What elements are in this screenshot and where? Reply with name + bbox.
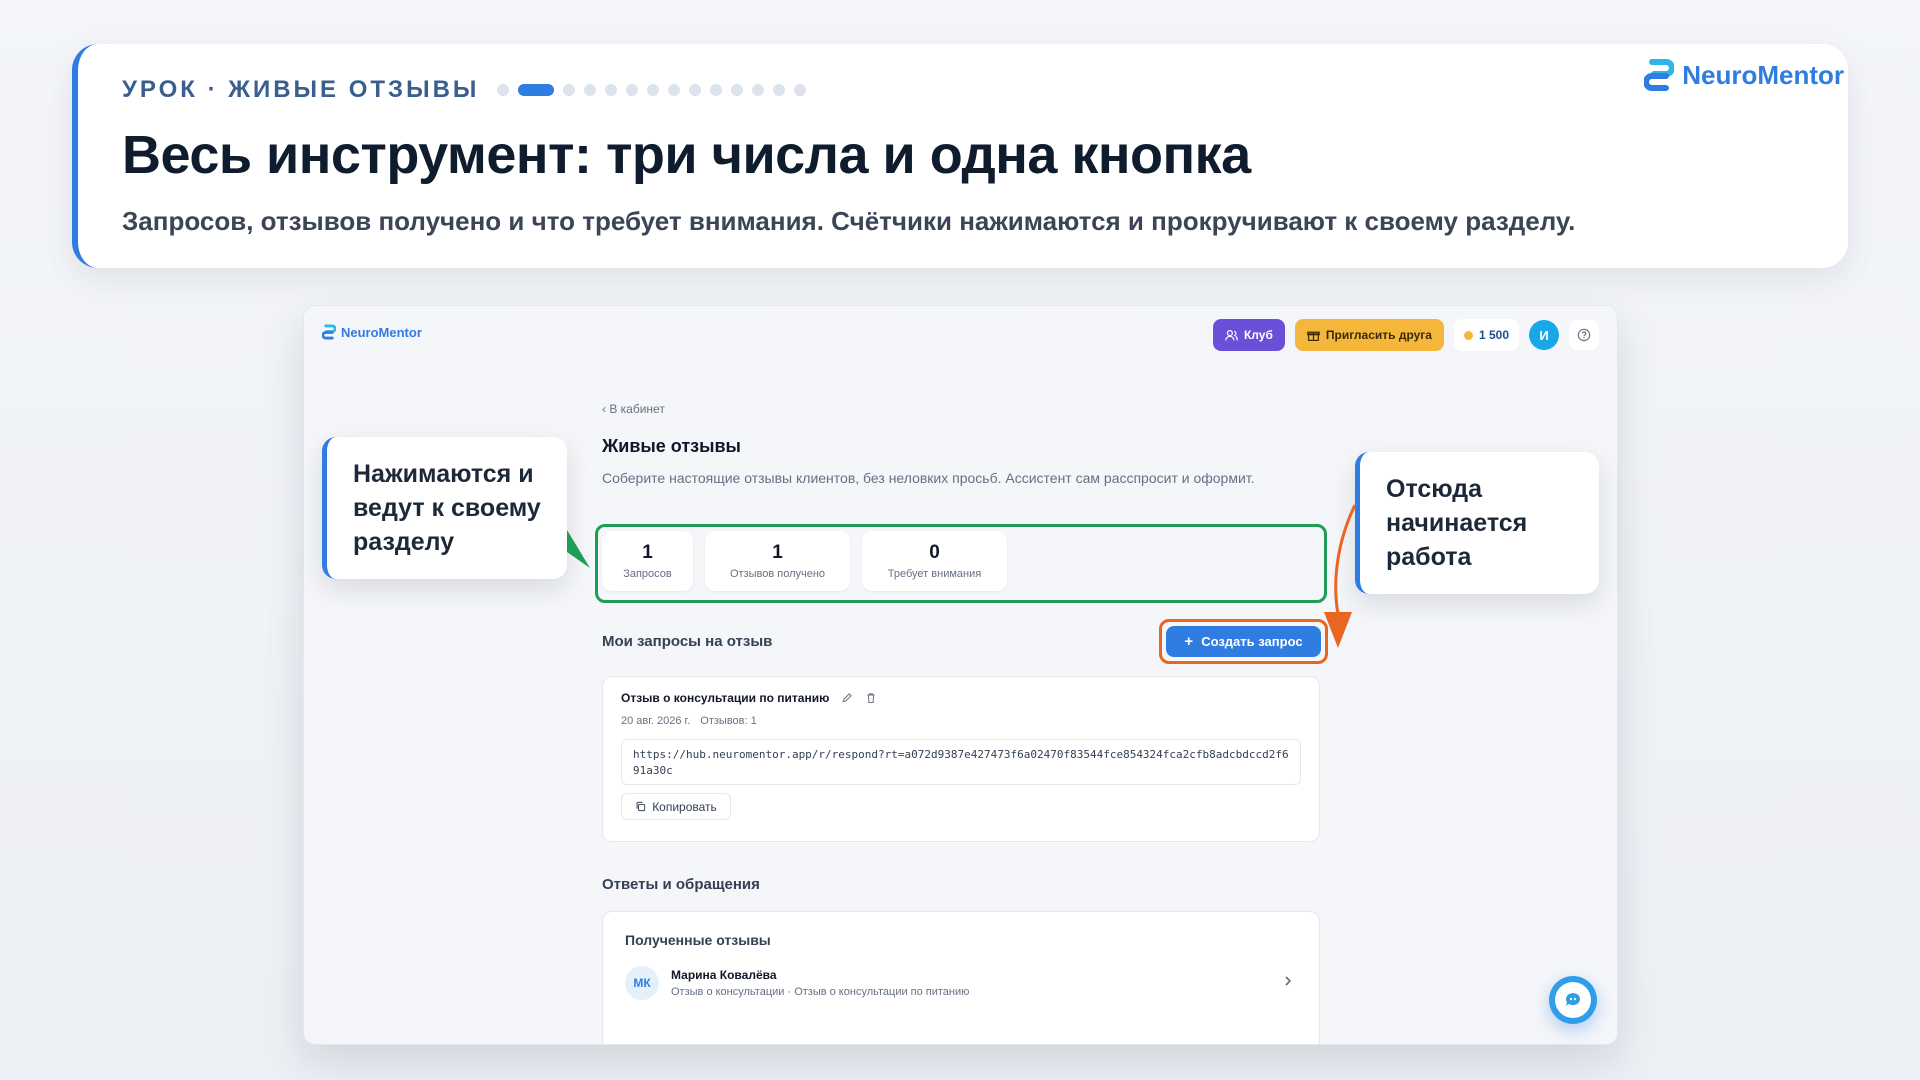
progress-dot <box>605 84 618 96</box>
lesson-header-card: УРОК · ЖИВЫЕ ОТЗЫВЫ Весь инструмент: три… <box>72 44 1848 268</box>
reviewer-info: Марина Ковалёва Отзыв о консультации · О… <box>671 968 969 998</box>
club-button[interactable]: Клуб <box>1212 319 1285 351</box>
request-card: Отзыв о консультации по питанию 20 авг. … <box>602 676 1320 842</box>
help-icon <box>1577 328 1591 342</box>
coin-icon <box>1463 330 1473 340</box>
lesson-tag: УРОК · ЖИВЫЕ ОТЗЫВЫ <box>122 76 480 103</box>
chevron-right-icon <box>1285 976 1292 986</box>
request-title-row: Отзыв о консультации по питанию <box>621 691 1301 705</box>
progress-dot <box>773 84 786 96</box>
balance-badge[interactable]: 1 500 <box>1453 319 1519 351</box>
received-reviews-title: Полученные отзывы <box>625 932 771 948</box>
progress-dot <box>563 84 576 96</box>
help-button[interactable] <box>1569 320 1599 350</box>
responses-title: Ответы и обращения <box>602 876 760 893</box>
callout-counters: Нажимаются и ведут к своему разделу <box>322 437 567 579</box>
progress-dot <box>497 84 510 96</box>
brand-name: NeuroMentor <box>1682 59 1844 90</box>
page-title: Живые отзывы <box>602 436 741 456</box>
lesson-subtitle: Запросов, отзывов получено и что требует… <box>122 206 1576 236</box>
reviewer-subtitle: Отзыв о консультации · Отзыв о консульта… <box>671 986 970 998</box>
request-meta: 20 авг. 2026 г. Отзывов: 1 <box>621 715 1301 727</box>
lesson-top-row: УРОК · ЖИВЫЕ ОТЗЫВЫ <box>122 74 1804 106</box>
progress-dot <box>794 84 807 96</box>
reviewer-name: Марина Ковалёва <box>671 968 777 982</box>
app-topbar: Клуб Пригласить друга 1 500 И <box>1212 319 1599 351</box>
callout-create: Отсюда начинается работа <box>1355 452 1599 594</box>
progress-dot <box>647 84 660 96</box>
stats-highlight-frame <box>595 524 1327 603</box>
copy-link-button[interactable]: Копировать <box>621 793 731 820</box>
brand-logo: NeuroMentor <box>1644 58 1844 92</box>
invite-friend-button[interactable]: Пригласить друга <box>1294 319 1444 351</box>
app-brand-name: NeuroMentor <box>341 324 422 340</box>
copy-icon <box>636 801 646 812</box>
app-screenshot: NeuroMentor Клуб Пригласить друга 1 500 … <box>303 305 1618 1045</box>
request-review-count: Отзывов: 1 <box>700 715 757 727</box>
progress-dot <box>689 84 702 96</box>
neuromentor-logo-icon <box>1644 59 1675 91</box>
chat-icon <box>1565 993 1580 1006</box>
balance-value: 1 500 <box>1478 328 1509 342</box>
progress-dot <box>668 84 681 96</box>
request-title: Отзыв о консультации по питанию <box>621 691 830 705</box>
app-brand[interactable]: NeuroMentor <box>322 324 422 340</box>
create-button-highlight-frame <box>1159 619 1328 664</box>
copy-link-label: Копировать <box>652 799 717 814</box>
request-date: 20 авг. 2026 г. <box>621 715 691 727</box>
page-header: ‹ В кабинет Живые отзывы Соберите настоя… <box>602 402 1322 489</box>
progress-dot <box>731 84 744 96</box>
assistant-chat-button[interactable] <box>1549 976 1597 1024</box>
progress-dot-active <box>518 84 555 96</box>
neuromentor-logo-icon <box>322 324 336 340</box>
request-link-field[interactable]: https://hub.neuromentor.app/r/respond?rt… <box>621 739 1301 785</box>
users-icon <box>1225 329 1238 340</box>
reviewer-avatar: МК <box>625 966 659 1000</box>
lesson-progress-dots <box>497 84 807 96</box>
list-item[interactable]: МК Марина Ковалёва Отзыв о консультации … <box>625 966 1297 1000</box>
lesson-title: Весь инструмент: три числа и одна кнопка <box>122 125 1251 185</box>
back-to-cabinet-link[interactable]: ‹ В кабинет <box>602 402 1322 416</box>
progress-dot <box>752 84 765 96</box>
my-requests-title: Мои запросы на отзыв <box>602 633 773 650</box>
club-button-label: Клуб <box>1243 328 1273 342</box>
gift-icon <box>1307 331 1320 341</box>
chat-bubble-icon <box>1555 982 1591 1018</box>
user-avatar[interactable]: И <box>1529 320 1559 350</box>
progress-dot <box>710 84 723 96</box>
progress-dot <box>584 84 597 96</box>
invite-friend-label: Пригласить друга <box>1325 328 1432 342</box>
trash-icon[interactable] <box>865 692 877 704</box>
progress-dot <box>626 84 639 96</box>
received-reviews-card: Полученные отзывы МК Марина Ковалёва Отз… <box>602 911 1320 1044</box>
edit-icon[interactable] <box>841 692 853 704</box>
page-description: Соберите настоящие отзывы клиентов, без … <box>602 470 1255 486</box>
